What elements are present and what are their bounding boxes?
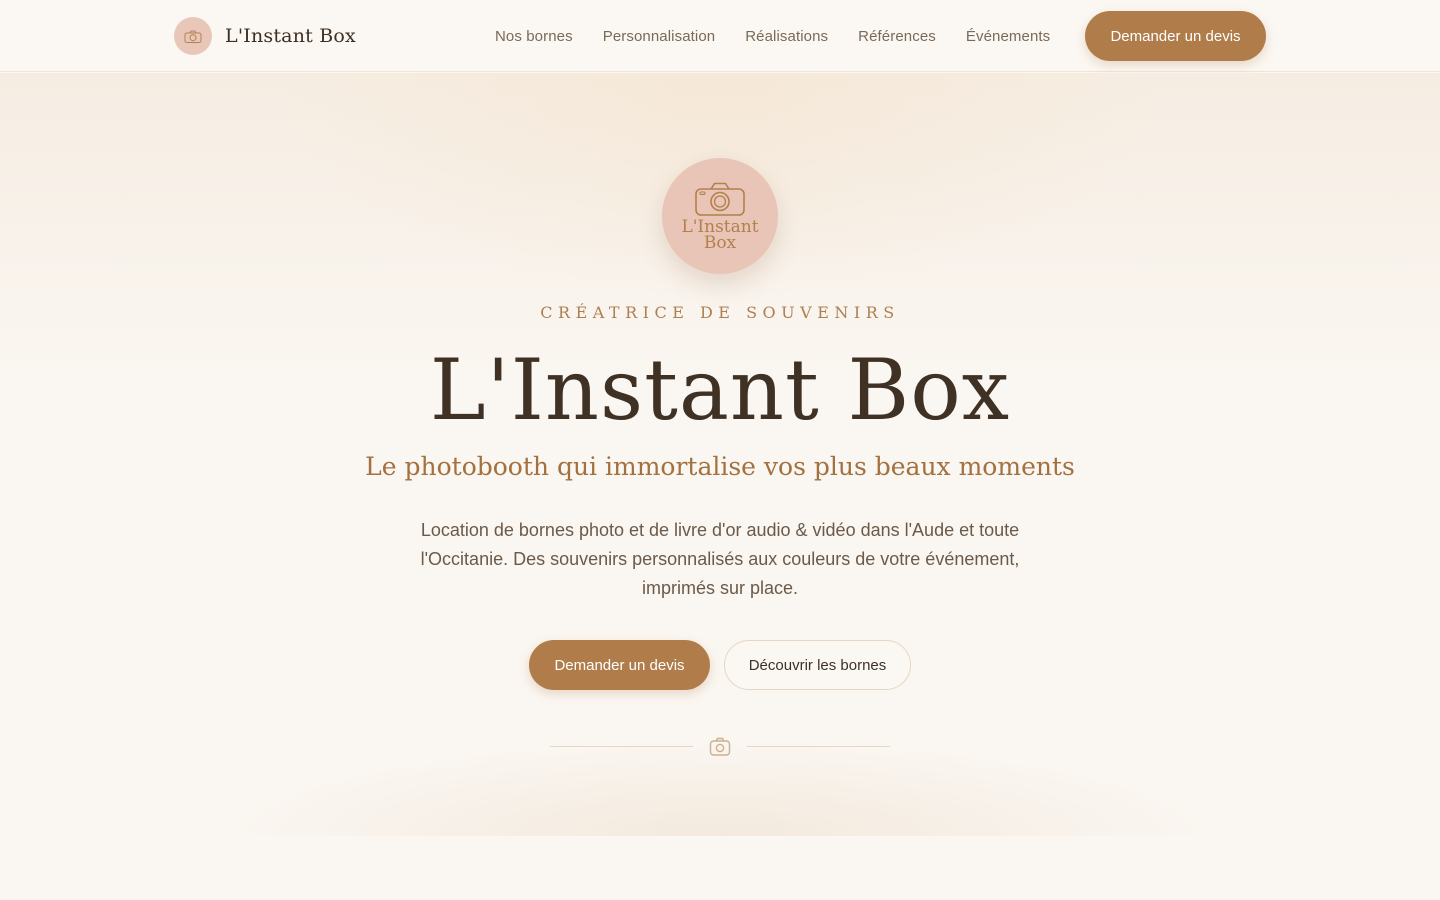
nav-item-references[interactable]: Références <box>858 28 936 45</box>
hero-subtitle: Le photobooth qui immortalise vos plus b… <box>365 452 1075 481</box>
hero-quote-button[interactable]: Demander un devis <box>529 640 710 690</box>
header-quote-button[interactable]: Demander un devis <box>1085 11 1266 61</box>
brand-name: L'Instant Box <box>225 25 356 47</box>
nav-item-personnalisation[interactable]: Personnalisation <box>603 28 716 45</box>
camera-icon <box>184 30 202 43</box>
divider-line-right <box>747 746 890 747</box>
hero-description: Location de bornes photo et de livre d'o… <box>420 520 1020 598</box>
divider-line-left <box>550 746 693 747</box>
camera-icon <box>709 737 731 756</box>
nav-item-evenements[interactable]: Événements <box>966 28 1050 45</box>
main-nav: Nos bornes Personnalisation Réalisations… <box>480 0 1065 72</box>
nav-item-nos-bornes[interactable]: Nos bornes <box>495 28 573 45</box>
discover-booths-button[interactable]: Découvrir les bornes <box>724 640 911 690</box>
camera-icon <box>695 182 745 216</box>
hero-section: L'Instant Box CRÉATRICE DE SOUVENIRS L'I… <box>0 73 1440 836</box>
hero-logo: L'Instant Box <box>662 158 778 274</box>
hero-eyebrow: CRÉATRICE DE SOUVENIRS <box>540 303 900 322</box>
nav-item-realisations[interactable]: Réalisations <box>745 28 828 45</box>
hero-logo-line2: Box <box>703 233 737 253</box>
site-header: L'Instant Box Nos bornes Personnalisatio… <box>0 0 1440 72</box>
brand-link[interactable]: L'Instant Box <box>174 17 356 55</box>
brand-logo <box>174 17 212 55</box>
hero-title: L'Instant Box <box>429 341 1011 439</box>
hero-logo-wordmark: L'Instant Box <box>681 219 758 253</box>
